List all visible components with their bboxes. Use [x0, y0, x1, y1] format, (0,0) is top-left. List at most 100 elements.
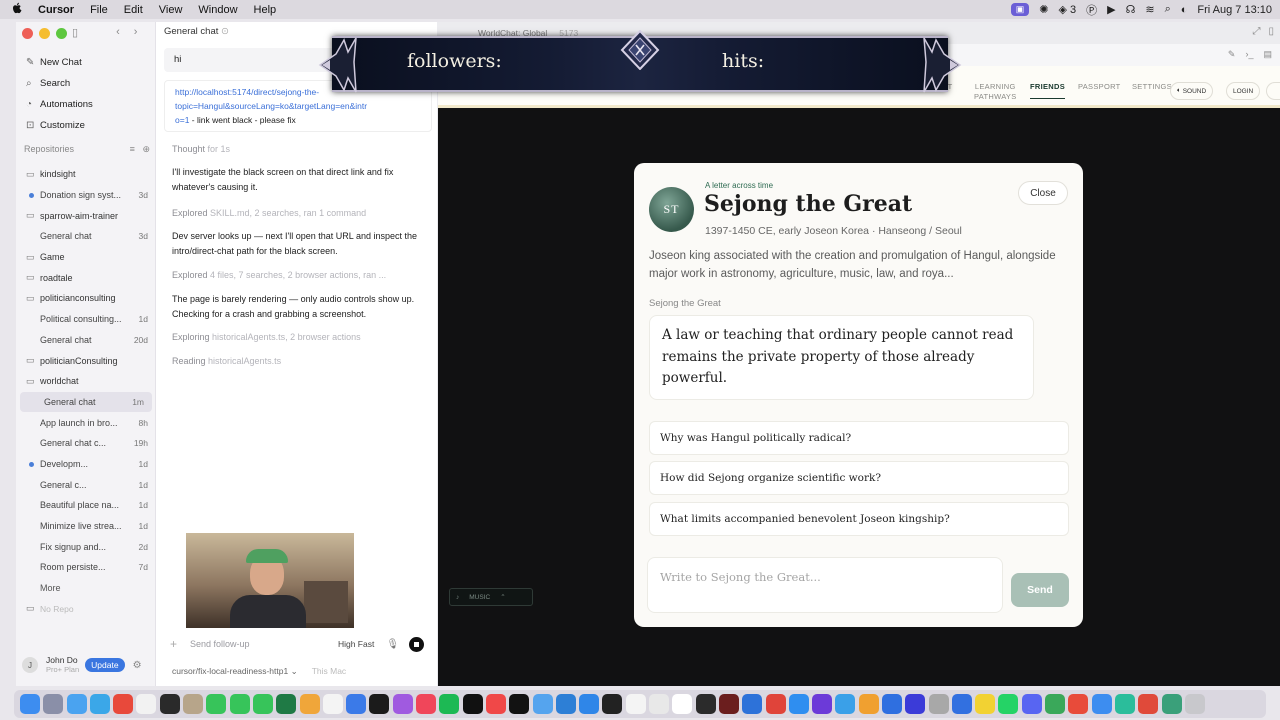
- update-button[interactable]: Update: [85, 658, 125, 672]
- menu-window[interactable]: Window: [198, 4, 237, 16]
- chat-item[interactable]: Minimize live strea... 1d: [16, 516, 156, 537]
- app-6-icon[interactable]: [881, 694, 902, 714]
- repo-folder[interactable]: ▭ politicianconsulting: [16, 288, 156, 309]
- launchpad-icon[interactable]: [43, 694, 64, 714]
- vscode-icon[interactable]: [555, 694, 576, 714]
- new-folder-icon[interactable]: ⊕: [142, 144, 150, 154]
- chat-item[interactable]: General chat c... 19h: [16, 433, 156, 454]
- app-13-icon[interactable]: [1114, 694, 1135, 714]
- safari-icon[interactable]: [89, 694, 110, 714]
- chat-item[interactable]: General c... 1d: [16, 474, 156, 495]
- minimize-window-button[interactable]: [39, 28, 50, 39]
- automations-button[interactable]: ◔ Automations: [16, 94, 156, 115]
- app-11-icon[interactable]: [1068, 694, 1089, 714]
- tool-summary[interactable]: Explored SKILL.md, 2 searches, ran 1 com…: [172, 206, 422, 221]
- preview-icon[interactable]: [649, 694, 670, 714]
- photos-icon[interactable]: [299, 694, 320, 714]
- capcut-icon[interactable]: [509, 694, 530, 714]
- calendar-icon[interactable]: [136, 694, 157, 714]
- new-chat-button[interactable]: ✎ New Chat: [16, 52, 156, 73]
- add-context-icon[interactable]: +: [170, 637, 190, 651]
- repo-folder[interactable]: ▭ worldchat: [16, 371, 156, 392]
- forward-icon[interactable]: ›: [134, 26, 138, 39]
- panel-icon[interactable]: ▯: [1268, 26, 1274, 37]
- menu-cursor[interactable]: Cursor: [38, 4, 74, 16]
- wifi-icon[interactable]: ≋: [1145, 3, 1154, 16]
- menu-help[interactable]: Help: [254, 4, 277, 16]
- repo-folder[interactable]: ▭ roadtale: [16, 267, 156, 288]
- chat-item[interactable]: Beautiful place na... 1d: [16, 495, 156, 516]
- branch-select[interactable]: cursor/fix-local-readiness-http1 ⌄: [172, 666, 298, 677]
- chat-item[interactable]: Room persiste... 7d: [16, 557, 156, 578]
- control-center-icon[interactable]: ◐: [1181, 4, 1188, 16]
- screen-record-icon[interactable]: ▣: [1010, 3, 1030, 16]
- spotlight-icon[interactable]: ⌕: [1165, 3, 1171, 16]
- sidebar-toggle-icon[interactable]: ▯: [72, 26, 78, 39]
- login-button[interactable]: LOGIN: [1226, 82, 1261, 100]
- whatsapp-icon[interactable]: [998, 694, 1019, 714]
- messages-icon[interactable]: [252, 694, 273, 714]
- headphones-icon[interactable]: ☊: [1126, 3, 1136, 16]
- message-input[interactable]: Write to Sejong the Great...: [647, 557, 1003, 613]
- avatar[interactable]: J: [22, 657, 38, 673]
- menu-file[interactable]: File: [90, 4, 108, 16]
- play-status-icon[interactable]: ▶: [1107, 3, 1115, 16]
- status-count-badge[interactable]: ◈ 3: [1058, 3, 1076, 16]
- tool-summary[interactable]: Thought for 1s: [172, 142, 422, 157]
- tool-summary[interactable]: Exploring historicalAgents.ts, 2 browser…: [172, 330, 422, 345]
- podcasts-icon[interactable]: [392, 694, 413, 714]
- nav-learning-pathways[interactable]: LEARNING PATHWAYS: [974, 82, 1017, 102]
- chat-item[interactable]: Developm... 1d: [16, 454, 156, 475]
- xcode-icon[interactable]: [579, 694, 600, 714]
- app-8-icon[interactable]: [928, 694, 949, 714]
- close-window-button[interactable]: [22, 28, 33, 39]
- pen-icon[interactable]: ✎: [1228, 49, 1236, 60]
- chat-item[interactable]: Political consulting... 1d: [16, 309, 156, 330]
- mail-icon[interactable]: [66, 694, 87, 714]
- app-2-icon[interactable]: [765, 694, 786, 714]
- followup-input[interactable]: Send follow-up: [190, 639, 330, 649]
- apple-icon[interactable]: [10, 2, 24, 17]
- chrome-icon[interactable]: [113, 694, 134, 714]
- tool-summary[interactable]: Reading historicalAgents.ts: [172, 354, 422, 369]
- app-7-icon[interactable]: [905, 694, 926, 714]
- chat-pin-icon[interactable]: ⊙: [221, 26, 229, 37]
- spotify-icon[interactable]: [439, 694, 460, 714]
- repo-folder[interactable]: ▭ politicianConsulting: [16, 350, 156, 371]
- app-3-icon[interactable]: [812, 694, 833, 714]
- menu-edit[interactable]: Edit: [124, 4, 143, 16]
- chat-item[interactable]: Donation sign syst... 3d: [16, 185, 156, 206]
- cursor-icon[interactable]: [602, 694, 623, 714]
- appletv-icon[interactable]: [369, 694, 390, 714]
- back-icon[interactable]: ‹: [116, 26, 120, 39]
- finder-icon[interactable]: [20, 694, 40, 714]
- zoom-window-button[interactable]: [56, 28, 67, 39]
- obs-icon[interactable]: [695, 694, 716, 714]
- app-9-icon[interactable]: [951, 694, 972, 714]
- music-control[interactable]: ♪ MUSIC ⌃: [449, 588, 533, 606]
- send-button[interactable]: Send: [1011, 573, 1069, 607]
- app-5-icon[interactable]: [858, 694, 879, 714]
- search-button[interactable]: ⌕ Search: [16, 73, 156, 94]
- app-10-icon[interactable]: [1045, 694, 1066, 714]
- repo-folder[interactable]: ▭ Game: [16, 247, 156, 268]
- davinci-icon[interactable]: [718, 694, 739, 714]
- trash-icon[interactable]: [1184, 694, 1205, 714]
- sound-button[interactable]: 🔈︎ SOUND: [1170, 82, 1214, 100]
- chat-item[interactable]: General chat 1m: [20, 391, 152, 413]
- finder-2-icon[interactable]: [532, 694, 553, 714]
- app-14-icon[interactable]: [1138, 694, 1159, 714]
- news-icon[interactable]: [485, 694, 506, 714]
- app-1-icon[interactable]: [742, 694, 763, 714]
- suggested-question[interactable]: How did Sejong organize scientific work?: [649, 461, 1069, 495]
- app-4-icon[interactable]: [835, 694, 856, 714]
- tiktok-icon[interactable]: [462, 694, 483, 714]
- more-button[interactable]: More: [16, 578, 156, 599]
- keynote-icon[interactable]: [346, 694, 367, 714]
- gear-status-icon[interactable]: ✺: [1039, 3, 1048, 16]
- chat-item[interactable]: General chat 20d: [16, 330, 156, 351]
- repo-folder[interactable]: ▭ kindsight: [16, 164, 156, 185]
- stop-button[interactable]: [409, 636, 425, 652]
- reminders-icon[interactable]: [322, 694, 343, 714]
- gear-icon[interactable]: ⚙: [133, 660, 142, 671]
